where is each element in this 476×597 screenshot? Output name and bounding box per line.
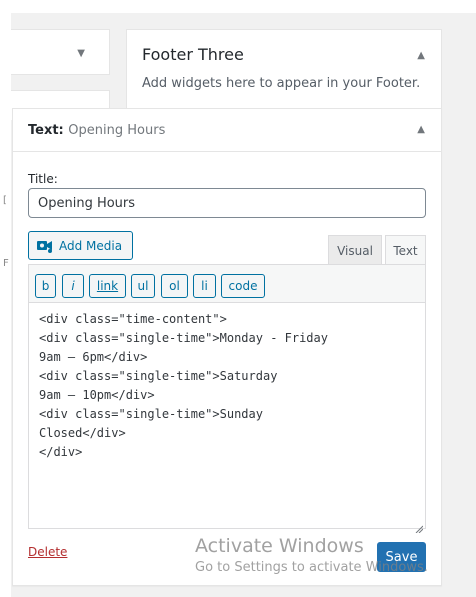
tab-text[interactable]: Text — [385, 235, 426, 265]
quicktag-ul-button[interactable]: ul — [131, 274, 155, 298]
activate-windows-subtitle: Go to Settings to activate Windows. — [195, 560, 428, 575]
tab-visual[interactable]: Visual — [328, 235, 382, 265]
widget-title: Text: Opening Hours — [28, 123, 165, 138]
triangle-up-icon[interactable]: ▲ — [417, 124, 425, 135]
quicktag-code-button[interactable]: code — [221, 274, 265, 298]
quicktag-ol-button[interactable]: ol — [161, 274, 188, 298]
activate-windows-title: Activate Windows — [195, 535, 364, 557]
background-widget-area[interactable]: ▼ — [11, 29, 110, 75]
text-widget: Text: Opening Hours ▲ Title: Add Media V… — [12, 108, 442, 586]
content-textarea[interactable]: <div class="time-content"> <div class="s… — [29, 303, 425, 528]
stray-glyph: F — [3, 258, 9, 269]
title-input[interactable] — [28, 188, 426, 218]
quicktag-link-button[interactable]: link — [89, 274, 126, 298]
widget-type-label: Text: — [28, 123, 64, 138]
text-editor: b i link ul ol li code <div class="time-… — [28, 264, 426, 534]
quicktags-toolbar: b i link ul ol li code — [29, 265, 425, 303]
delete-link[interactable]: Delete — [28, 545, 67, 559]
quicktag-li-button[interactable]: li — [193, 274, 216, 298]
add-media-button[interactable]: Add Media — [28, 231, 133, 260]
quicktag-italic-button[interactable]: i — [62, 274, 84, 298]
quicktag-bold-button[interactable]: b — [35, 274, 56, 298]
title-label: Title: — [28, 172, 58, 186]
widget-header[interactable]: Text: Opening Hours ▲ — [13, 109, 441, 152]
sidebar-description: Add widgets here to appear in your Foote… — [142, 76, 421, 91]
media-camera-icon — [37, 239, 53, 253]
add-media-label: Add Media — [59, 238, 123, 253]
screen-edge — [0, 0, 11, 597]
stray-glyph: [ — [3, 195, 7, 206]
top-band — [11, 0, 476, 13]
triangle-up-icon[interactable]: ▲ — [417, 50, 425, 61]
triangle-down-icon[interactable]: ▼ — [77, 48, 85, 59]
widget-instance-title: Opening Hours — [68, 123, 166, 138]
sidebar-title: Footer Three — [142, 45, 244, 64]
resize-handle-icon[interactable] — [415, 518, 424, 534]
